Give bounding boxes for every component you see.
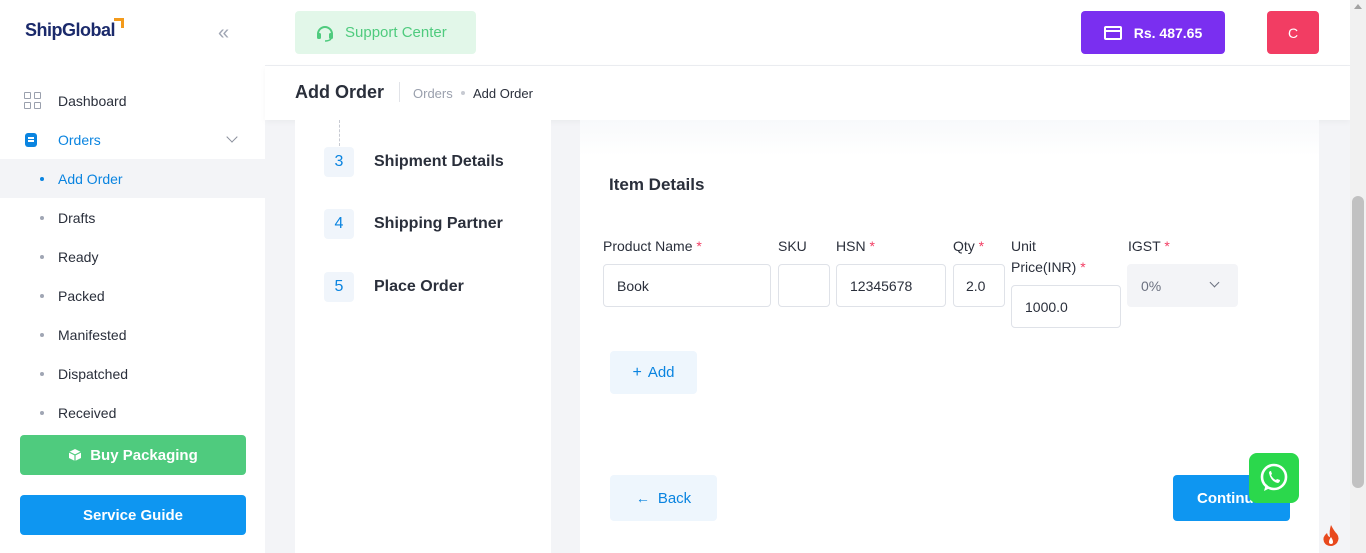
bullet-icon bbox=[40, 176, 44, 181]
sidebar-item-dashboard[interactable]: Dashboard bbox=[0, 81, 265, 120]
unit-price-input[interactable]: 1000.0 bbox=[1011, 285, 1121, 328]
step-shipping-partner[interactable]: 4 Shipping Partner bbox=[324, 209, 503, 239]
qty-label: Qty * bbox=[953, 238, 985, 254]
sidebar: ShipGlobal « Dashboard Orders Add Order … bbox=[0, 0, 265, 553]
sidebar-subitem-ready[interactable]: Ready bbox=[0, 237, 265, 276]
sidebar-subitem-drafts[interactable]: Drafts bbox=[0, 198, 265, 237]
brand-logo[interactable]: ShipGlobal bbox=[25, 20, 116, 41]
step-label: Shipment Details bbox=[374, 153, 504, 170]
qty-input[interactable]: 2.0 bbox=[953, 264, 1005, 307]
section-title: Item Details bbox=[609, 175, 705, 194]
add-item-button[interactable]: + Add bbox=[610, 351, 697, 394]
sidebar-item-label: Orders bbox=[58, 131, 101, 148]
product-name-label: Product Name * bbox=[603, 238, 702, 254]
item-details-card: Item Details Product Name * SKU HSN * Qt… bbox=[580, 120, 1319, 553]
sidebar-item-label: Dashboard bbox=[58, 92, 127, 109]
back-label: Back bbox=[657, 489, 692, 507]
bullet-icon bbox=[40, 332, 44, 337]
headset-icon bbox=[317, 25, 333, 42]
sidebar-subitem-label: Ready bbox=[58, 248, 99, 265]
step-place-order[interactable]: 5 Place Order bbox=[324, 272, 464, 302]
sidebar-subitem-label: Dispatched bbox=[58, 365, 129, 382]
product-name-input[interactable]: Book bbox=[603, 264, 771, 307]
whatsapp-icon bbox=[1260, 463, 1288, 491]
order-steps: 3 Shipment Details 4 Shipping Partner 5 … bbox=[295, 120, 551, 553]
bullet-icon bbox=[40, 410, 44, 415]
bullet-icon bbox=[40, 215, 44, 220]
scroll-thumb[interactable] bbox=[1352, 196, 1364, 488]
igst-value: 0% bbox=[1141, 277, 1162, 294]
step-number: 4 bbox=[324, 209, 354, 239]
page-title: Add Order bbox=[295, 82, 385, 102]
plus-icon: + bbox=[632, 363, 642, 381]
sidebar-subitem-label: Manifested bbox=[58, 326, 127, 343]
chevron-down-icon bbox=[1209, 277, 1220, 288]
support-center-label: Support Center bbox=[345, 24, 447, 41]
step-shipment-details[interactable]: 3 Shipment Details bbox=[324, 147, 504, 177]
hsn-label: HSN * bbox=[836, 238, 875, 254]
bullet-icon bbox=[40, 293, 44, 298]
double-chevron-left-icon[interactable]: « bbox=[218, 22, 229, 45]
sidebar-subitem-received[interactable]: Received bbox=[0, 400, 265, 422]
whatsapp-chat-button[interactable] bbox=[1249, 453, 1299, 503]
step-connector bbox=[339, 120, 340, 146]
bullet-icon bbox=[40, 254, 44, 259]
wallet-balance-button[interactable]: Rs. 487.65 bbox=[1081, 11, 1225, 54]
service-guide-button[interactable]: Service Guide bbox=[20, 495, 246, 535]
user-avatar[interactable]: C bbox=[1267, 11, 1319, 54]
box-icon bbox=[68, 449, 82, 461]
sidebar-item-orders[interactable]: Orders bbox=[0, 120, 265, 159]
divider bbox=[399, 82, 400, 102]
fire-icon[interactable] bbox=[1320, 523, 1342, 547]
step-label: Place Order bbox=[374, 278, 464, 295]
breadcrumb-orders[interactable]: Orders bbox=[413, 86, 453, 101]
igst-select[interactable]: 0% bbox=[1127, 264, 1238, 307]
sidebar-subitem-label: Packed bbox=[58, 287, 105, 304]
sidebar-subitem-label: Add Order bbox=[58, 170, 123, 187]
bullet-icon bbox=[40, 371, 44, 376]
grid-icon bbox=[24, 91, 42, 110]
support-center-button[interactable]: Support Center bbox=[295, 11, 476, 54]
buy-packaging-button[interactable]: Buy Packaging bbox=[20, 435, 246, 475]
step-label: Shipping Partner bbox=[374, 215, 503, 232]
logo-arrow-icon bbox=[114, 18, 124, 28]
chevron-down-icon bbox=[226, 131, 238, 143]
back-button[interactable]: ← Back bbox=[610, 475, 717, 521]
page-header: Add Order Orders Add Order bbox=[265, 66, 1350, 120]
hsn-input[interactable]: 12345678 bbox=[836, 264, 946, 307]
sidebar-subitem-dispatched[interactable]: Dispatched bbox=[0, 354, 265, 393]
sku-label: SKU bbox=[778, 238, 807, 254]
step-number: 5 bbox=[324, 272, 354, 302]
arrow-left-icon: ← bbox=[635, 490, 650, 506]
breadcrumb-current: Add Order bbox=[473, 86, 533, 101]
igst-label: IGST * bbox=[1128, 238, 1170, 254]
card-top-fade bbox=[580, 120, 1319, 156]
breadcrumb-separator bbox=[461, 91, 465, 95]
scroll-up-arrow-icon[interactable] bbox=[1354, 4, 1362, 9]
sku-input[interactable] bbox=[778, 264, 830, 307]
sidebar-subitem-label: Received bbox=[58, 404, 117, 421]
step-number: 3 bbox=[324, 147, 354, 177]
unit-price-label: Unit Price(INR) * bbox=[1011, 238, 1086, 275]
page-scrollbar[interactable] bbox=[1350, 0, 1366, 553]
sidebar-subitem-add-order[interactable]: Add Order bbox=[0, 159, 265, 198]
buy-packaging-label: Buy Packaging bbox=[90, 446, 198, 464]
service-guide-label: Service Guide bbox=[82, 506, 184, 524]
sidebar-subitem-manifested[interactable]: Manifested bbox=[0, 315, 265, 354]
wallet-balance: Rs. 487.65 bbox=[1133, 24, 1203, 41]
add-item-label: Add bbox=[647, 364, 675, 381]
top-bar: Support Center Rs. 487.65 C bbox=[265, 0, 1366, 66]
sidebar-subitem-label: Drafts bbox=[58, 209, 96, 226]
sidebar-scroll-clip: Received bbox=[0, 400, 265, 422]
wallet-icon bbox=[1103, 25, 1122, 40]
sidebar-subitem-packed[interactable]: Packed bbox=[0, 276, 265, 315]
orders-icon bbox=[25, 133, 37, 147]
